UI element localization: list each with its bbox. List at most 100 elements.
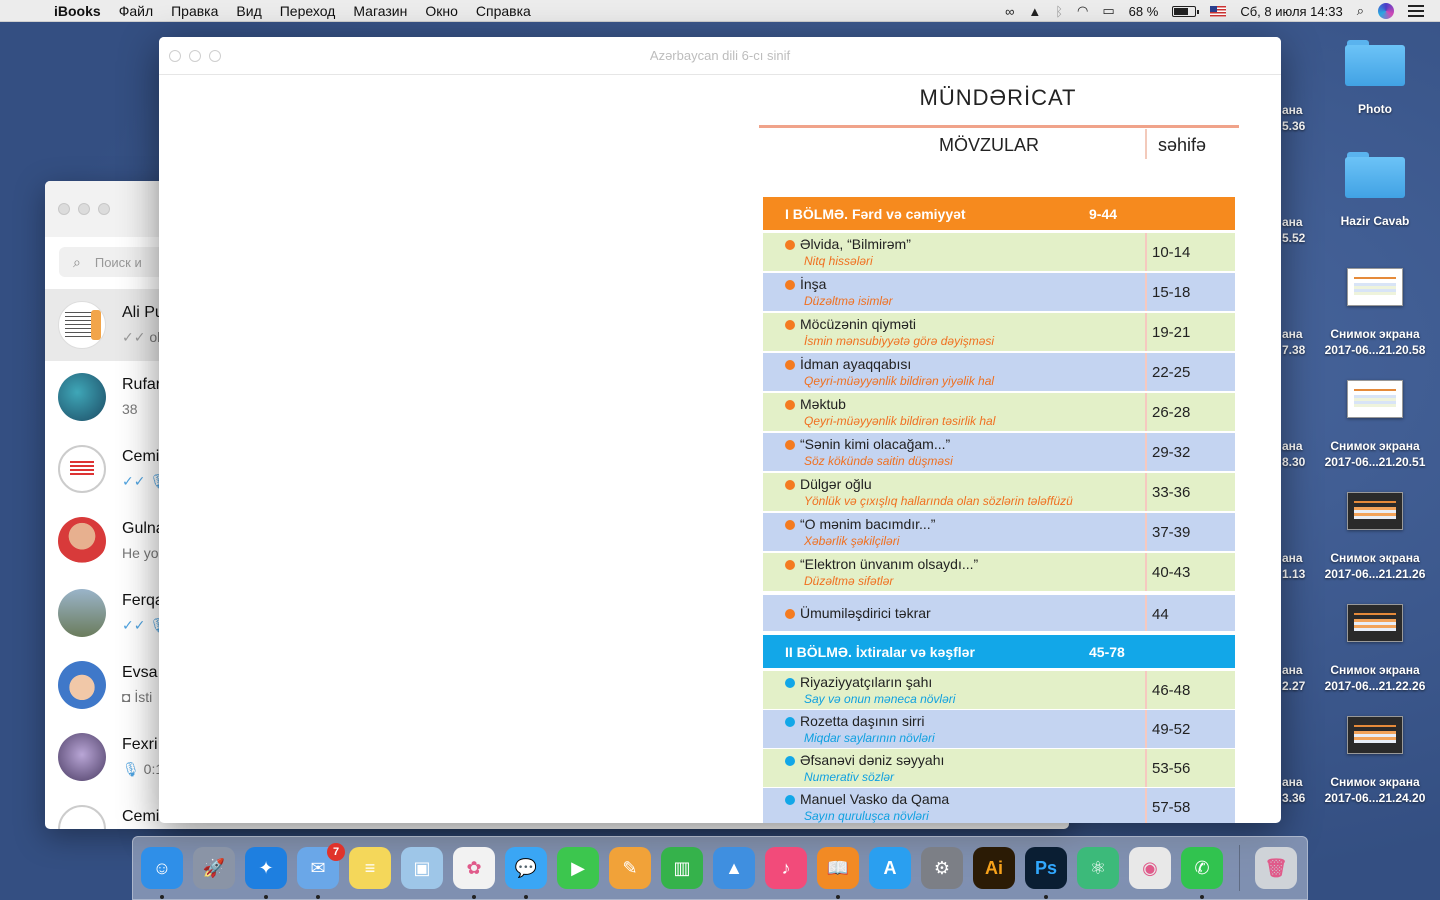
double-check-icon: ✓✓	[122, 329, 146, 345]
menu-bar: iBooks Файл Правка Вид Переход Магазин О…	[0, 0, 1440, 22]
safari-icon[interactable]: ✦	[245, 847, 287, 889]
running-indicator	[316, 895, 320, 899]
toc-entry[interactable]: “O mənim bacımdır...” Xəbərlik şəkilçilə…	[763, 513, 1235, 551]
screenshot-thumbnail-icon[interactable]	[1347, 268, 1403, 306]
toc-subtopic: Xəbərlik şəkilçiləri	[804, 534, 900, 548]
toc-entry[interactable]: “Elektron ünvanım olsaydı...” Düzəltmə s…	[763, 553, 1235, 591]
menu-app-name[interactable]: iBooks	[54, 3, 101, 19]
menu-window[interactable]: Окно	[425, 3, 458, 19]
menu-store[interactable]: Магазин	[353, 3, 407, 19]
desktop-file-label-partial[interactable]: ана 7.38	[1282, 326, 1305, 358]
bullet-icon	[785, 795, 795, 805]
desktop-file-label[interactable]: Снимок экрана 2017-06...21.22.26	[1314, 662, 1436, 694]
desktop-file-label-partial[interactable]: ана 5.36	[1282, 102, 1305, 134]
preview-icon[interactable]: ▣	[401, 847, 443, 889]
menu-view[interactable]: Вид	[236, 3, 261, 19]
desktop-file-label-partial[interactable]: ана 2.27	[1282, 662, 1305, 694]
desktop-folder-label[interactable]: Photo	[1338, 102, 1412, 116]
launchpad-icon[interactable]: 🚀	[193, 847, 235, 889]
desktop-folder-label[interactable]: Hazir Cavab	[1330, 214, 1420, 228]
screenshot-thumbnail-icon[interactable]	[1347, 380, 1403, 418]
spotlight-icon[interactable]: ⌕	[1357, 3, 1364, 19]
menu-help[interactable]: Справка	[476, 3, 531, 19]
bluetooth-icon[interactable]: ᛒ	[1055, 4, 1063, 19]
notes-icon[interactable]: ≡	[349, 847, 391, 889]
desktop-file-label[interactable]: Снимок экрана 2017-06...21.20.58	[1314, 326, 1436, 358]
toc-section-header[interactable]: I BÖLMƏ. Fərd və cəmiyyət 9-44	[763, 197, 1235, 230]
messages-icon[interactable]: 💬	[505, 847, 547, 889]
mail-icon[interactable]: ✉ 7	[297, 843, 345, 889]
screenshot-thumbnail-icon[interactable]	[1347, 604, 1403, 642]
atom-icon[interactable]: ⚛	[1077, 847, 1119, 889]
desktop-file-label[interactable]: Снимок экрана 2017-06...21.24.20	[1314, 774, 1436, 806]
trash-icon[interactable]: 🗑	[1255, 847, 1297, 889]
wifi-icon[interactable]: ◠	[1077, 3, 1088, 19]
zoom-button[interactable]	[98, 203, 110, 215]
chat-name: Evsa	[122, 664, 158, 681]
toc-entry[interactable]: Riyaziyyatçıların şahı Say və onun mənec…	[763, 671, 1235, 709]
book-page[interactable]: MÜNDƏRİCAT MÖVZULAR səhifə I BÖLMƏ. Fərd…	[759, 75, 1241, 823]
drive-icon[interactable]: ▲	[1028, 4, 1041, 19]
desktop-file-label[interactable]: Снимок экрана 2017-06...21.20.51	[1314, 438, 1436, 470]
finder-icon[interactable]: ☺	[141, 847, 183, 889]
avatar	[58, 301, 106, 349]
siri-icon[interactable]	[1378, 3, 1394, 19]
menu-file[interactable]: Файл	[119, 3, 153, 19]
color-picker-icon[interactable]: ◉	[1129, 847, 1171, 889]
whatsapp-icon[interactable]: ✆	[1181, 847, 1223, 889]
facetime-icon[interactable]: ▶	[557, 847, 599, 889]
chat-preview: ◘ İsti	[122, 689, 153, 705]
toc-section-header[interactable]: II BÖLMƏ. İxtiralar və kəşflər 45-78	[763, 635, 1235, 668]
minimize-button[interactable]	[78, 203, 90, 215]
row-divider	[1145, 671, 1147, 709]
clock[interactable]: Сб, 8 июля 14:33	[1240, 4, 1342, 19]
toc-entry[interactable]: Rozetta daşının sirri Miqdar saylarının …	[763, 710, 1235, 748]
toc-entry[interactable]: Dülgər oğlu Yönlük və çıxışlıq hallarınd…	[763, 473, 1235, 511]
ibooks-titlebar[interactable]: Azərbaycan dili 6-cı sinif	[159, 37, 1281, 75]
appstore-icon[interactable]: A	[869, 847, 911, 889]
toc-entry[interactable]: “Sənin kimi olacağam...” Söz kökündə sai…	[763, 433, 1235, 471]
folder-icon[interactable]	[1345, 40, 1405, 86]
system-preferences-icon[interactable]: ⚙	[921, 847, 963, 889]
toc-rule	[759, 125, 1239, 128]
toc-pages: 40-43	[1152, 564, 1191, 581]
photoshop-icon[interactable]: Ps	[1025, 847, 1067, 889]
creative-cloud-icon[interactable]: ∞	[1005, 4, 1014, 19]
window-controls[interactable]	[58, 203, 110, 215]
battery-percent[interactable]: 68 %	[1129, 4, 1159, 19]
toc-entry[interactable]: İnşa Düzəltmə isimlər 15-18	[763, 273, 1235, 311]
numbers-icon[interactable]: ▥	[661, 847, 703, 889]
toc-entry[interactable]: Möcüzənin qiyməti İsmin mənsubiyyətə gör…	[763, 313, 1235, 351]
toc-entry[interactable]: Manuel Vasko da Qama Sayın quruluşca növ…	[763, 788, 1235, 823]
photos-icon[interactable]: ✿	[453, 847, 495, 889]
notification-center-icon[interactable]	[1408, 5, 1424, 17]
double-check-icon: ✓✓	[122, 473, 146, 489]
toc-entry[interactable]: Ümumiləşdirici təkrar 44	[763, 595, 1235, 631]
desktop-file-label-partial[interactable]: ана 8.30	[1282, 438, 1305, 470]
toc-entry[interactable]: Əfsanəvi dəniz səyyahı Numerativ sözlər …	[763, 749, 1235, 787]
desktop-file-label-partial[interactable]: ана 3.36	[1282, 774, 1305, 806]
toc-pages: 44	[1152, 606, 1169, 623]
illustrator-icon[interactable]: Ai	[973, 847, 1015, 889]
toc-entry[interactable]: Məktub Qeyri-müəyyənlik bildirən təsirli…	[763, 393, 1235, 431]
toc-entry[interactable]: İdman ayaqqabısı Qeyri-müəyyənlik bildir…	[763, 353, 1235, 391]
battery-icon[interactable]	[1172, 5, 1200, 17]
screenshot-thumbnail-icon[interactable]	[1347, 492, 1403, 530]
screenshot-thumbnail-icon[interactable]	[1347, 716, 1403, 754]
toc-entry[interactable]: Əlvida, “Bilmirəm” Nitq hissələri 10-14	[763, 233, 1235, 271]
desktop-file-label-partial[interactable]: ана 5.52	[1282, 214, 1305, 246]
ibooks-window[interactable]: Azərbaycan dili 6-cı sinif MÜNDƏRİCAT MÖ…	[159, 37, 1281, 823]
pages-icon[interactable]: ✎	[609, 847, 651, 889]
itunes-icon[interactable]: ♪	[765, 847, 807, 889]
desktop-file-label[interactable]: Снимок экрана 2017-06...21.21.26	[1314, 550, 1436, 582]
desktop-file-label-partial[interactable]: ана 1.13	[1282, 550, 1305, 582]
airplay-icon[interactable]: ▭	[1102, 3, 1114, 19]
input-source-flag-icon[interactable]	[1210, 5, 1227, 17]
toc-subtopic: Qeyri-müəyyənlik bildirən yiyəlik hal	[804, 374, 995, 388]
close-button[interactable]	[58, 203, 70, 215]
keynote-icon[interactable]: ▲	[713, 847, 755, 889]
menu-edit[interactable]: Правка	[171, 3, 218, 19]
ibooks-icon[interactable]: 📖	[817, 847, 859, 889]
menu-go[interactable]: Переход	[280, 3, 336, 19]
folder-icon[interactable]	[1345, 152, 1405, 198]
